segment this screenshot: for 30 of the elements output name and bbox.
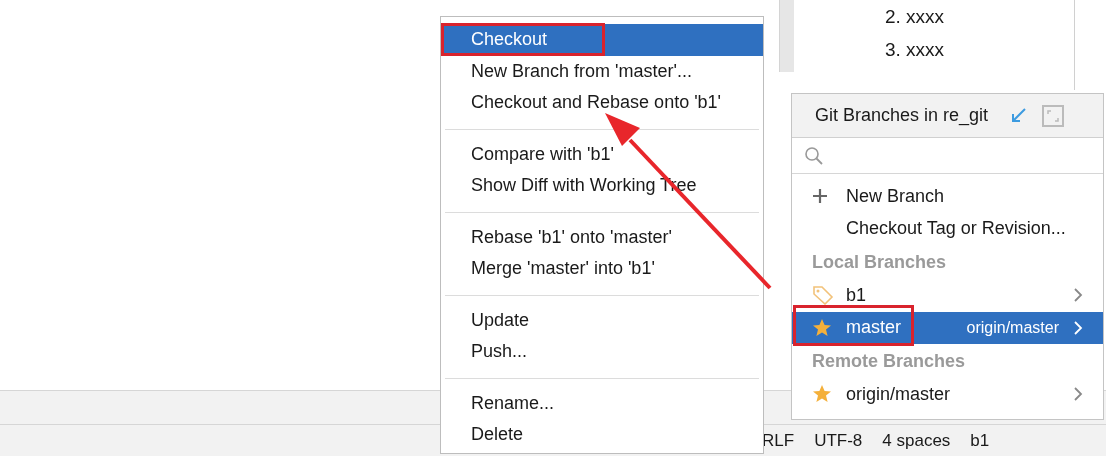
popup-item[interactable]: Checkout Tag or Revision...	[792, 212, 1103, 245]
chevron-right-icon	[1073, 386, 1083, 403]
menu-item[interactable]: Checkout	[441, 24, 763, 56]
branch-item[interactable]: b1	[792, 279, 1103, 312]
section-header: Local Branches	[811, 251, 948, 274]
status-item[interactable]: UTF-8	[814, 430, 863, 451]
expand-icon[interactable]	[1042, 104, 1065, 127]
menu-item[interactable]: Rebase 'b1' onto 'master'	[441, 221, 763, 253]
branch-item[interactable]: origin/master	[792, 378, 1103, 411]
menu-item[interactable]: Rename...	[441, 387, 763, 419]
popup-title: Git Branches in re_git	[815, 105, 989, 126]
section-header: Remote Branches	[811, 350, 967, 373]
branch-item[interactable]: master origin/master	[792, 311, 1103, 344]
status-item[interactable]: 4 spaces	[882, 430, 951, 451]
menu-item[interactable]: Update	[441, 304, 763, 336]
chevron-right-icon	[1073, 319, 1083, 336]
menu-item[interactable]: Checkout and Rebase onto 'b1'	[441, 87, 763, 119]
search-icon	[804, 145, 824, 166]
popup-item[interactable]: New Branch	[792, 180, 1103, 213]
menu-item[interactable]: Delete	[441, 419, 763, 451]
menu-item[interactable]: Compare with 'b1'	[441, 138, 763, 170]
menu-item[interactable]: New Branch from 'master'...	[441, 55, 763, 87]
list-line: 2. xxxx	[885, 5, 946, 29]
scrollbar	[779, 0, 794, 72]
list-line: 3. xxxx	[885, 38, 946, 62]
chevron-right-icon	[1073, 287, 1083, 304]
status-item[interactable]: b1	[970, 430, 990, 451]
menu-item[interactable]: Push...	[441, 336, 763, 368]
menu-item[interactable]: Merge 'master' into 'b1'	[441, 253, 763, 285]
plus-icon	[812, 188, 828, 205]
